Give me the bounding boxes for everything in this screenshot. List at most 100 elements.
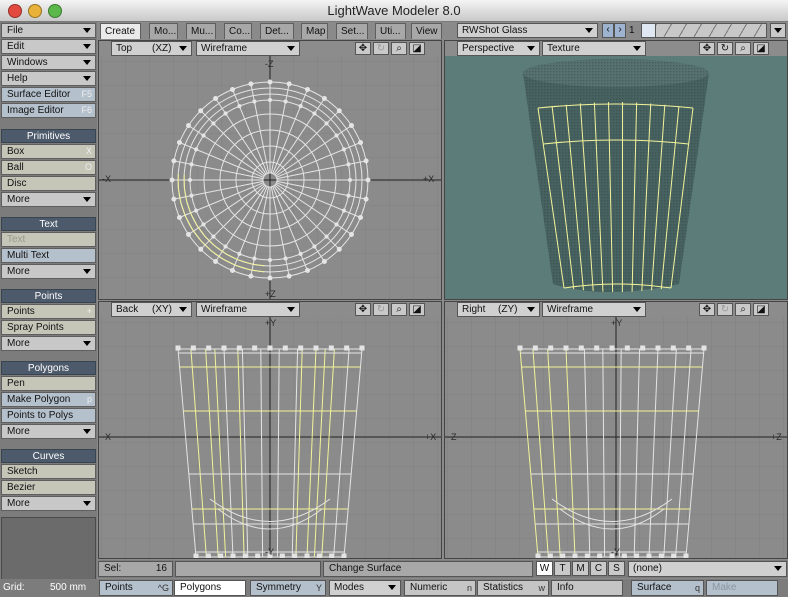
shortcut-label: + [86,306,92,316]
primitives-more-menu[interactable]: More [1,192,96,207]
tab-construct[interactable]: Co... [224,23,252,39]
layer-menu-button[interactable] [770,23,786,38]
wire-vertex [344,345,350,351]
zoom-view-icon[interactable]: ⌕ [391,303,407,316]
wtcs-m-button[interactable]: M [572,561,589,576]
wire-vertex [517,345,523,351]
tab-map[interactable]: Map [301,23,328,39]
surface-select[interactable]: (none) [628,561,787,577]
spray-points-button[interactable]: Spray Points [1,320,96,335]
symmetry-button[interactable]: Symmetry Y [250,580,326,596]
tool-sidebar: File Edit Windows Help Surface Editor F5 … [0,22,97,597]
wtcs-t-button[interactable]: T [554,561,571,576]
move-view-icon[interactable]: ✥ [699,42,715,55]
more-label: More [7,498,30,509]
tab-multiply[interactable]: Mu... [186,23,216,39]
make-polygon-button[interactable]: Make Polygon p [1,392,96,407]
viewport-perspective[interactable]: Perspective Texture ✥ ↻ ⌕ ◪ [444,40,788,300]
wire-vertex [329,553,335,558]
help-menu[interactable]: Help [1,71,96,86]
text-more-menu[interactable]: More [1,264,96,279]
maximize-view-icon[interactable]: ◪ [753,303,769,316]
view-select[interactable]: Top (XZ) [111,41,192,56]
curves-more-menu[interactable]: More [1,496,96,511]
polygons-mode-button[interactable]: Polygons [174,580,246,596]
wire-vertex [242,553,248,558]
maximize-view-icon[interactable]: ◪ [409,303,425,316]
viewport-back[interactable]: Back (XY) Wireframe ✥ ↻ ⌕ ◪ +Y -X +X -Y [98,301,442,559]
sketch-label: Sketch [7,466,38,477]
points-tool-button[interactable]: Points + [1,304,96,319]
object-select[interactable]: RWShot Glass [457,23,598,38]
viewport-canvas[interactable]: +Y -Z +Z -Y [445,317,787,558]
tab-view[interactable]: View [411,23,442,39]
rotate-view-icon[interactable]: ↻ [717,303,733,316]
bezier-button[interactable]: Bezier [1,480,96,495]
maximize-view-icon[interactable]: ◪ [753,42,769,55]
edit-menu[interactable]: Edit [1,39,96,54]
wtcs-w-button[interactable]: W [536,561,553,576]
zoom-window-button[interactable] [48,4,62,18]
tab-create[interactable]: Create [100,23,141,39]
box-button[interactable]: Box X [1,144,96,159]
render-mode-select[interactable]: Wireframe [196,41,300,56]
viewport-canvas[interactable] [445,56,787,299]
disc-button[interactable]: Disc [1,176,96,191]
viewport-right[interactable]: Right (ZY) Wireframe ✥ ↻ ⌕ ◪ +Y -Z +Z -Y [444,301,788,559]
surface-editor-button[interactable]: Surface Editor F5 [1,87,96,102]
tab-modify[interactable]: Mo... [149,23,178,39]
render-mode-label: Texture [547,43,580,54]
tab-setup[interactable]: Set... [336,23,368,39]
viewport-top[interactable]: Top (XZ) Wireframe ✥ ↻ ⌕ ◪ -Z -X +X +Z [98,40,442,300]
view-select[interactable]: Perspective [457,41,540,56]
make-button[interactable]: Make [706,580,778,596]
multi-text-button[interactable]: Multi Text [1,248,96,263]
windows-menu[interactable]: Windows [1,55,96,70]
wtcs-s-button[interactable]: S [608,561,625,576]
viewport-canvas[interactable]: +Y -X +X -Y [99,317,441,558]
sketch-button[interactable]: Sketch [1,464,96,479]
ball-button[interactable]: Ball O [1,160,96,175]
next-layer-button[interactable]: › [614,23,626,38]
zoom-view-icon[interactable]: ⌕ [391,42,407,55]
zoom-view-icon[interactable]: ⌕ [735,303,751,316]
tab-utilities[interactable]: Uti... [375,23,406,39]
file-menu[interactable]: File [1,23,96,38]
image-editor-button[interactable]: Image Editor F6 [1,103,96,118]
text-button[interactable]: Text [1,232,96,247]
view-select[interactable]: Back (XY) [111,302,192,317]
statistics-button[interactable]: Statistics w [477,580,549,596]
maximize-view-icon[interactable]: ◪ [409,42,425,55]
tab-detail[interactable]: Det... [260,23,294,39]
close-window-button[interactable] [8,4,22,18]
wire-vertex [359,345,365,351]
layer-1-button[interactable] [642,24,656,37]
layer-buttons[interactable] [641,23,767,38]
info-button[interactable]: Info [551,580,623,596]
render-mode-select[interactable]: Texture [542,41,646,56]
wire-vertex [341,208,347,213]
modes-menu[interactable]: Modes [329,580,401,596]
render-mode-select[interactable]: Wireframe [542,302,646,317]
move-view-icon[interactable]: ✥ [699,303,715,316]
zoom-view-icon[interactable]: ⌕ [735,42,751,55]
move-view-icon[interactable]: ✥ [355,303,371,316]
rotate-view-icon[interactable]: ↻ [373,303,389,316]
view-select[interactable]: Right (ZY) [457,302,540,317]
polygons-more-menu[interactable]: More [1,424,96,439]
numeric-button[interactable]: Numeric n [404,580,476,596]
minimize-window-button[interactable] [28,4,42,18]
viewport-canvas[interactable]: -Z -X +X +Z [99,56,441,299]
render-mode-select[interactable]: Wireframe [196,302,300,317]
move-view-icon[interactable]: ✥ [355,42,371,55]
points-more-menu[interactable]: More [1,336,96,351]
points-to-polys-button[interactable]: Points to Polys [1,408,96,423]
points-mode-button[interactable]: Points ^G [99,580,173,596]
surface-button[interactable]: Surface q [631,580,704,596]
pen-button[interactable]: Pen [1,376,96,391]
rotate-view-icon[interactable]: ↻ [373,42,389,55]
wtcs-c-button[interactable]: C [590,561,607,576]
prev-layer-button[interactable]: ‹ [602,23,614,38]
rotate-view-icon[interactable]: ↻ [717,42,733,55]
wire-vertex [283,256,288,261]
